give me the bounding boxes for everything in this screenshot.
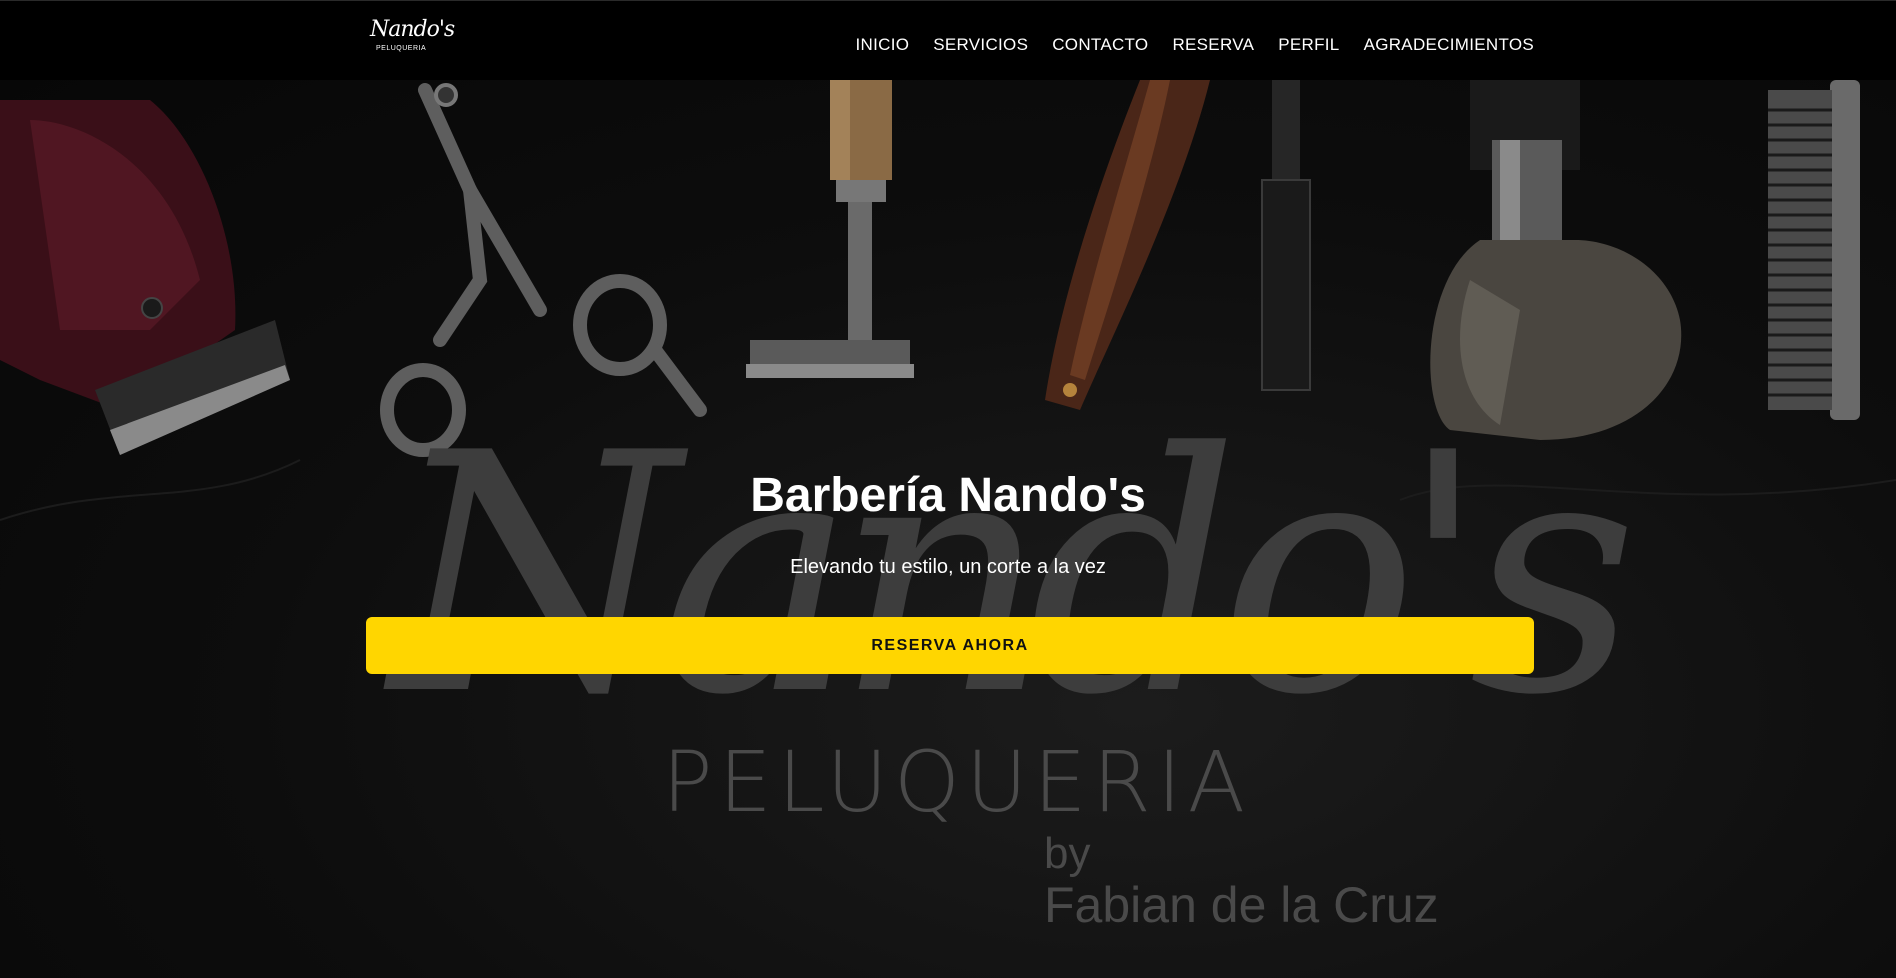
nav-link-reserva[interactable]: RESERVA: [1172, 35, 1254, 55]
nav-link-servicios[interactable]: SERVICIOS: [933, 35, 1028, 55]
watermark-peluqueria: PELUQUERIA: [662, 733, 1252, 831]
logo[interactable]: Nando's PELUQUERIA: [368, 15, 455, 63]
hero-subtitle: Elevando tu estilo, un corte a la vez: [790, 556, 1106, 578]
watermark-author: Fabian de la Cruz: [1044, 877, 1439, 933]
watermark-by: by: [1044, 829, 1091, 878]
navbar: Nando's PELUQUERIA INICIO SERVICIOS CONT…: [0, 0, 1896, 80]
hero-title: Barbería Nando's: [750, 469, 1146, 522]
nav-links: INICIO SERVICIOS CONTACTO RESERVA PERFIL…: [856, 35, 1535, 55]
reserva-ahora-button[interactable]: RESERVA AHORA: [366, 617, 1534, 674]
nav-link-perfil[interactable]: PERFIL: [1278, 35, 1339, 55]
watermark-logo: Nando's PELUQUERIA by Fabian de la Cruz: [0, 80, 1896, 978]
nav-link-agradecimientos[interactable]: AGRADECIMIENTOS: [1364, 35, 1534, 55]
hero-section: Nando's PELUQUERIA by Fabian de la Cruz …: [0, 80, 1896, 978]
logo-subtitle: PELUQUERIA: [376, 45, 427, 52]
logo-script: Nando's: [370, 17, 455, 42]
nav-link-contacto[interactable]: CONTACTO: [1052, 35, 1148, 55]
nav-link-inicio[interactable]: INICIO: [856, 35, 910, 55]
